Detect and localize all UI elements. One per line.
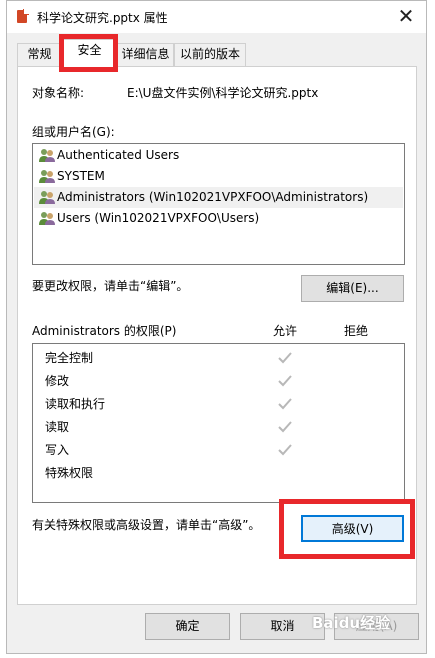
advanced-hint: 有关特殊权限或高级设置，请单击“高级”。 <box>32 518 261 532</box>
permissions-listbox[interactable]: 完全控制 修改 读取和执行 读取 写入 特殊权限 <box>32 343 405 503</box>
allow-check-icon <box>278 421 292 433</box>
permission-name: 完全控制 <box>45 351 94 365</box>
groups-label: 组或用户名(G): <box>32 125 115 139</box>
edit-button[interactable]: 编辑(E)... <box>301 275 404 302</box>
allow-check-icon <box>278 375 292 387</box>
advanced-button[interactable]: 高级(V) <box>301 515 404 542</box>
permission-name: 写入 <box>45 443 70 457</box>
list-item[interactable]: Users (Win102021VPXFOO\Users) <box>34 208 403 229</box>
allow-column-header: 允许 <box>273 324 298 338</box>
user-name: Authenticated Users <box>57 148 180 162</box>
permission-name: 特殊权限 <box>45 466 94 480</box>
users-icon <box>39 212 55 225</box>
deny-column-header: 拒绝 <box>344 324 369 338</box>
permission-name: 读取和执行 <box>45 397 106 411</box>
list-item[interactable]: SYSTEM <box>34 166 403 187</box>
permission-row: 修改 <box>33 370 404 393</box>
security-panel: 对象名称: E:\U盘文件实例\科学论文研究.pptx 组或用户名(G): Au… <box>17 66 417 605</box>
users-icon <box>39 170 55 183</box>
baidu-watermark: Baidu经验 <box>312 614 391 632</box>
users-icon <box>39 191 55 204</box>
user-name: Administrators (Win102021VPXFOO\Administ… <box>57 190 369 204</box>
ok-button[interactable]: 确定 <box>145 613 230 640</box>
tab-previous-versions[interactable]: 以前的版本 <box>174 43 246 66</box>
close-button[interactable]: ✕ <box>386 1 426 33</box>
permission-name: 读取 <box>45 420 70 434</box>
tab-general[interactable]: 常规 <box>17 43 62 66</box>
list-item[interactable]: Administrators (Win102021VPXFOO\Administ… <box>34 187 403 208</box>
permission-row: 完全控制 <box>33 347 404 370</box>
permission-row: 特殊权限 <box>33 462 404 485</box>
permissions-label: Administrators 的权限(P) <box>32 324 177 338</box>
allow-check-icon <box>278 398 292 410</box>
object-name-value: E:\U盘文件实例\科学论文研究.pptx <box>127 86 319 100</box>
users-listbox[interactable]: Authenticated Users SYSTEM Administrator… <box>32 143 405 265</box>
user-name: Users (Win102021VPXFOO\Users) <box>57 211 260 225</box>
users-icon <box>39 149 55 162</box>
allow-check-icon <box>278 444 292 456</box>
user-name: SYSTEM <box>57 169 105 183</box>
permission-row: 写入 <box>33 439 404 462</box>
title-bar[interactable]: 科学论文研究.pptx 属性 ✕ <box>7 1 426 33</box>
window-title: 科学论文研究.pptx 属性 <box>37 11 168 25</box>
pptx-file-icon <box>17 10 27 23</box>
allow-check-icon <box>278 352 292 364</box>
permission-row: 读取和执行 <box>33 393 404 416</box>
edit-hint: 要更改权限，请单击“编辑”。 <box>32 279 189 293</box>
permission-row: 读取 <box>33 416 404 439</box>
list-item[interactable]: Authenticated Users <box>34 145 403 166</box>
properties-dialog: 科学论文研究.pptx 属性 ✕ 常规 安全 详细信息 以前的版本 对象名称: … <box>6 0 427 654</box>
tab-details[interactable]: 详细信息 <box>117 43 174 66</box>
object-name-label: 对象名称: <box>32 86 85 100</box>
tab-security[interactable]: 安全 <box>62 39 117 67</box>
permission-name: 修改 <box>45 374 70 388</box>
